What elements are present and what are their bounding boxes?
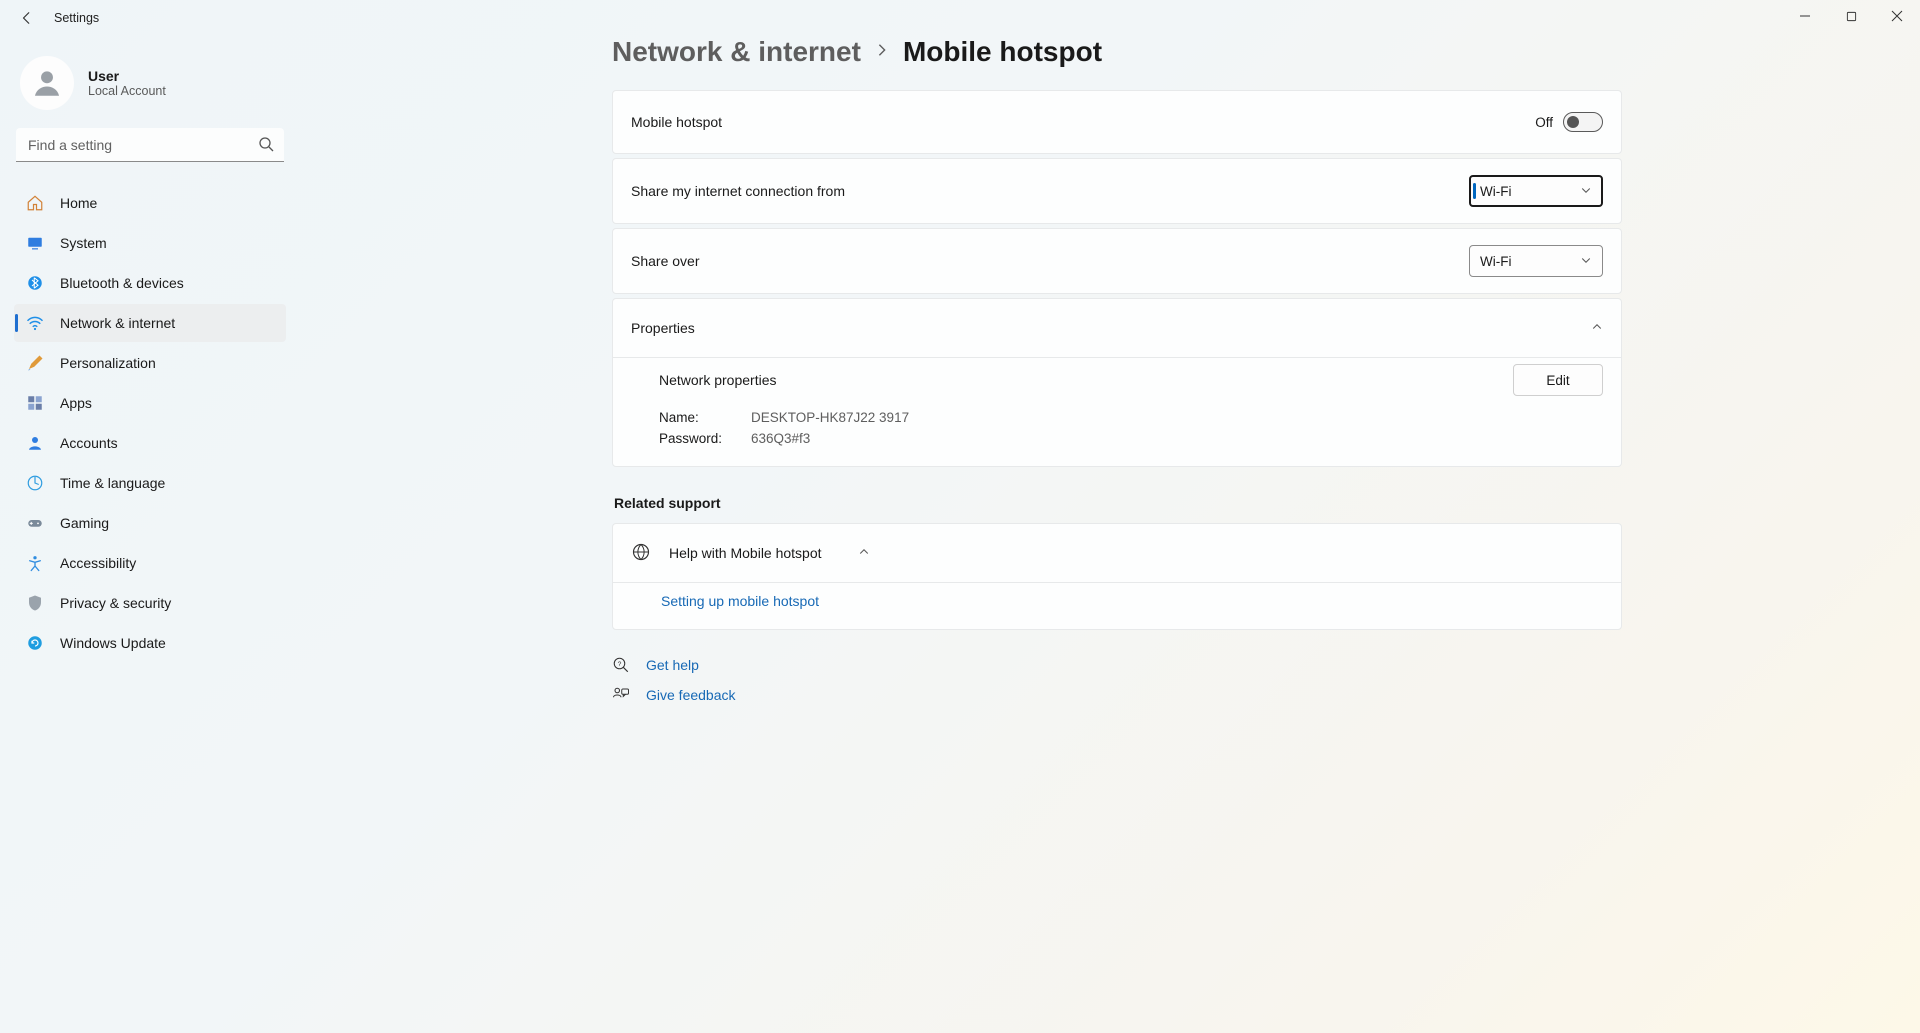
hotspot-toggle-card: Mobile hotspot Off (612, 90, 1622, 154)
chevron-up-icon (858, 545, 870, 561)
apps-icon (26, 394, 44, 412)
sidebar-item-home[interactable]: Home (14, 184, 286, 222)
accessibility-icon (26, 554, 44, 572)
user-subtitle: Local Account (88, 84, 166, 98)
sidebar-item-label: Privacy & security (60, 595, 171, 611)
sidebar-item-privacy[interactable]: Privacy & security (14, 584, 286, 622)
sidebar-item-time-language[interactable]: Time & language (14, 464, 286, 502)
svg-text:?: ? (618, 661, 622, 668)
page-title: Mobile hotspot (903, 36, 1102, 68)
share-over-select[interactable]: Wi-Fi (1469, 245, 1603, 277)
support-row-label: Help with Mobile hotspot (669, 545, 822, 561)
sidebar-item-label: Personalization (60, 355, 156, 371)
support-card: Help with Mobile hotspot Setting up mobi… (612, 523, 1622, 630)
help-with-hotspot-expander[interactable]: Help with Mobile hotspot (613, 524, 1621, 582)
property-name-key: Name: (659, 410, 725, 425)
share-over-label: Share over (631, 253, 699, 269)
sidebar-item-bluetooth[interactable]: Bluetooth & devices (14, 264, 286, 302)
sidebar-item-label: System (60, 235, 107, 251)
sidebar-item-network[interactable]: Network & internet (14, 304, 286, 342)
setup-hotspot-link[interactable]: Setting up mobile hotspot (661, 593, 819, 609)
breadcrumb-parent[interactable]: Network & internet (612, 36, 861, 68)
clock-globe-icon (26, 474, 44, 492)
feedback-icon (612, 686, 630, 704)
gamepad-icon (26, 514, 44, 532)
minimize-button[interactable] (1782, 0, 1828, 32)
hotspot-toggle-label: Mobile hotspot (631, 114, 722, 130)
properties-card: Properties Network properties Edit Name: (612, 298, 1622, 467)
user-name: User (88, 68, 166, 84)
edit-button[interactable]: Edit (1513, 364, 1603, 396)
shield-icon (26, 594, 44, 612)
share-from-label: Share my internet connection from (631, 183, 845, 199)
sidebar-item-apps[interactable]: Apps (14, 384, 286, 422)
sidebar-item-accounts[interactable]: Accounts (14, 424, 286, 462)
network-properties-heading: Network properties (659, 372, 777, 388)
property-name-value: DESKTOP-HK87J22 3917 (751, 410, 909, 425)
help-icon: ? (612, 656, 630, 674)
properties-header: Properties (631, 320, 695, 336)
breadcrumb: Network & internet Mobile hotspot (612, 36, 1622, 68)
update-icon (26, 634, 44, 652)
chevron-down-icon (1580, 254, 1592, 269)
sidebar-item-label: Gaming (60, 515, 109, 531)
sidebar-item-label: Home (60, 195, 97, 211)
search-icon[interactable] (258, 136, 274, 157)
sidebar-item-system[interactable]: System (14, 224, 286, 262)
sidebar-item-label: Time & language (60, 475, 165, 491)
person-icon (30, 66, 64, 100)
person-icon (26, 434, 44, 452)
share-over-value: Wi-Fi (1480, 254, 1511, 269)
chevron-up-icon (1591, 320, 1603, 336)
back-button[interactable] (18, 9, 36, 27)
share-from-select[interactable]: Wi-Fi (1469, 175, 1603, 207)
globe-icon (631, 542, 651, 565)
sidebar-item-label: Apps (60, 395, 92, 411)
sidebar-item-label: Accounts (60, 435, 118, 451)
system-icon (26, 234, 44, 252)
user-block[interactable]: User Local Account (14, 48, 286, 128)
get-help-link[interactable]: Get help (646, 657, 699, 673)
sidebar-item-label: Accessibility (60, 555, 136, 571)
sidebar: User Local Account Home System Bluetooth… (0, 36, 300, 1033)
sidebar-item-personalization[interactable]: Personalization (14, 344, 286, 382)
property-password-value: 636Q3#f3 (751, 431, 810, 446)
share-over-card: Share over Wi-Fi (612, 228, 1622, 294)
chevron-down-icon (1580, 184, 1592, 199)
share-from-value: Wi-Fi (1480, 184, 1511, 199)
close-button[interactable] (1874, 0, 1920, 32)
sidebar-item-windows-update[interactable]: Windows Update (14, 624, 286, 662)
sidebar-item-label: Network & internet (60, 315, 175, 331)
related-support-heading: Related support (614, 495, 1622, 511)
maximize-button[interactable] (1828, 0, 1874, 32)
hotspot-toggle-state: Off (1535, 115, 1553, 130)
paintbrush-icon (26, 354, 44, 372)
sidebar-item-gaming[interactable]: Gaming (14, 504, 286, 542)
sidebar-item-label: Bluetooth & devices (60, 275, 184, 291)
share-from-card: Share my internet connection from Wi-Fi (612, 158, 1622, 224)
sidebar-item-accessibility[interactable]: Accessibility (14, 544, 286, 582)
home-icon (26, 194, 44, 212)
hotspot-toggle[interactable] (1563, 112, 1603, 132)
titlebar: Settings (0, 0, 1920, 36)
properties-expander[interactable]: Properties (613, 299, 1621, 357)
give-feedback-link[interactable]: Give feedback (646, 687, 736, 703)
search-input[interactable] (16, 128, 284, 162)
sidebar-item-label: Windows Update (60, 635, 166, 651)
chevron-right-icon (875, 43, 889, 62)
property-password-key: Password: (659, 431, 725, 446)
avatar (20, 56, 74, 110)
wifi-icon (26, 314, 44, 332)
window-title: Settings (54, 11, 99, 25)
bluetooth-icon (26, 274, 44, 292)
